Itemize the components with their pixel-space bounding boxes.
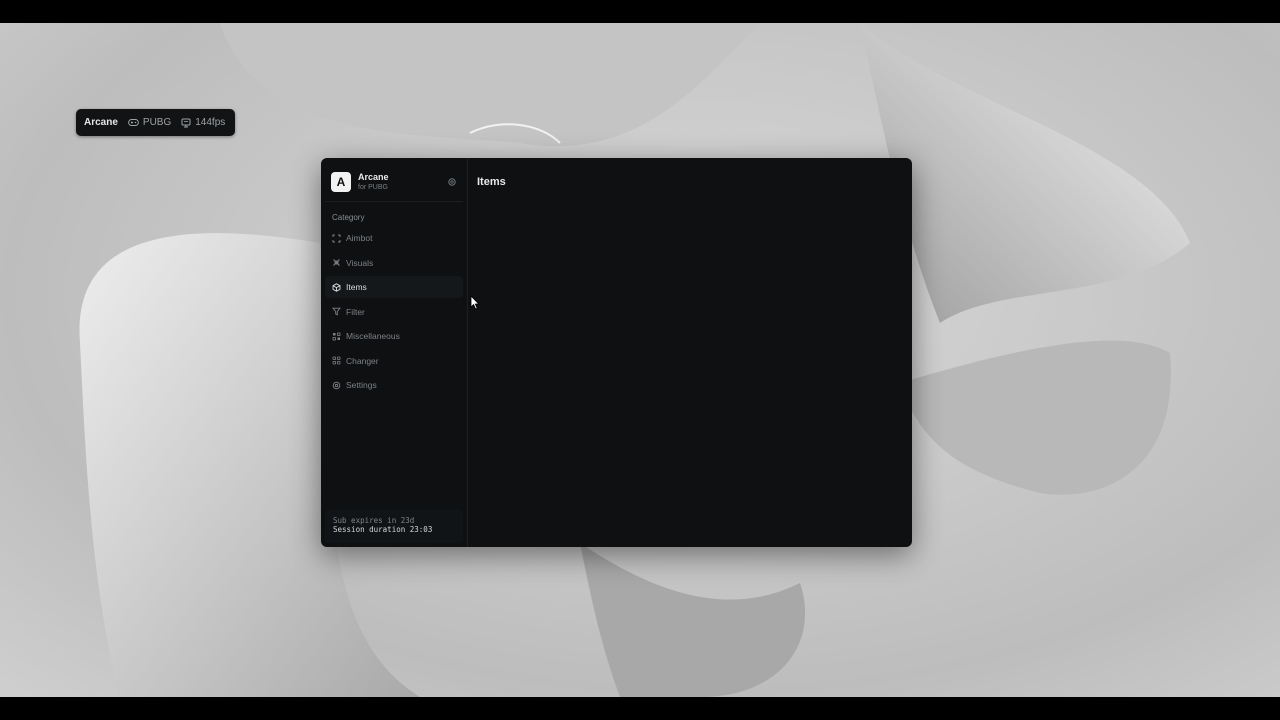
sidebar-item-miscellaneous[interactable]: Miscellaneous [325, 325, 463, 347]
sidebar: A Arcane for PUBG Category Aimbot Visual… [321, 158, 468, 547]
overlay-game-label: PUBG [142, 117, 172, 128]
sidebar-item-label: Changer [346, 355, 379, 366]
sidebar-item-label: Miscellaneous [346, 331, 400, 341]
session-duration: Session duration 23:03 [333, 525, 433, 534]
letterbox-top [0, 0, 1280, 23]
sidebar-item-aimbot[interactable]: Aimbot [325, 227, 463, 249]
sidebar-item-visuals[interactable]: Visuals [325, 252, 463, 274]
letterbox-bottom [0, 697, 1280, 720]
apps-icon [332, 356, 341, 365]
overlay-fps: 144fps [181, 117, 225, 128]
sidebar-item-label: Visuals [346, 257, 374, 268]
sidebar-item-label: Filter [346, 306, 365, 317]
page-title: Items [477, 176, 506, 188]
app-name: Arcane [358, 171, 389, 182]
sidebar-item-items[interactable]: Items [325, 276, 463, 298]
sidebar-item-settings[interactable]: Settings [325, 374, 463, 396]
sidebar-item-label: Settings [346, 380, 377, 390]
overlay-brand: Arcane [84, 117, 118, 128]
monitor-icon [181, 118, 191, 127]
status-overlay: Arcane PUBG 144fps [76, 109, 235, 136]
crosshair-icon [332, 234, 341, 242]
overlay-fps-label: 144fps [195, 117, 226, 128]
gamepad-icon [128, 119, 139, 126]
app-header: A Arcane for PUBG [325, 162, 463, 202]
gear-icon [332, 381, 341, 389]
app-logo: A [331, 171, 351, 192]
category-label: Category [332, 213, 365, 222]
subscription-footer: Sub expires in 23d Session duration 23:0… [325, 509, 463, 543]
eye-icon [333, 259, 340, 266]
sidebar-item-changer[interactable]: Changer [325, 350, 463, 372]
sidebar-nav: Aimbot Visuals Items Filter Miscellaneou… [321, 227, 467, 396]
grid-icon [332, 332, 341, 340]
sidebar-item-label: Items [346, 282, 367, 292]
filter-icon [332, 307, 341, 316]
main-content: Items [468, 158, 912, 547]
overlay-game: PUBG [128, 117, 171, 128]
gear-icon[interactable] [447, 177, 457, 187]
mouse-cursor-icon [470, 295, 480, 310]
box-icon [332, 282, 341, 292]
sidebar-item-filter[interactable]: Filter [325, 301, 463, 323]
app-window: A Arcane for PUBG Category Aimbot Visual… [321, 158, 912, 547]
app-subtitle: for PUBG [358, 183, 388, 191]
app-title-block: Arcane for PUBG [358, 171, 447, 191]
sidebar-item-label: Aimbot [346, 233, 373, 243]
subscription-expiry: Sub expires in 23d [333, 516, 415, 525]
